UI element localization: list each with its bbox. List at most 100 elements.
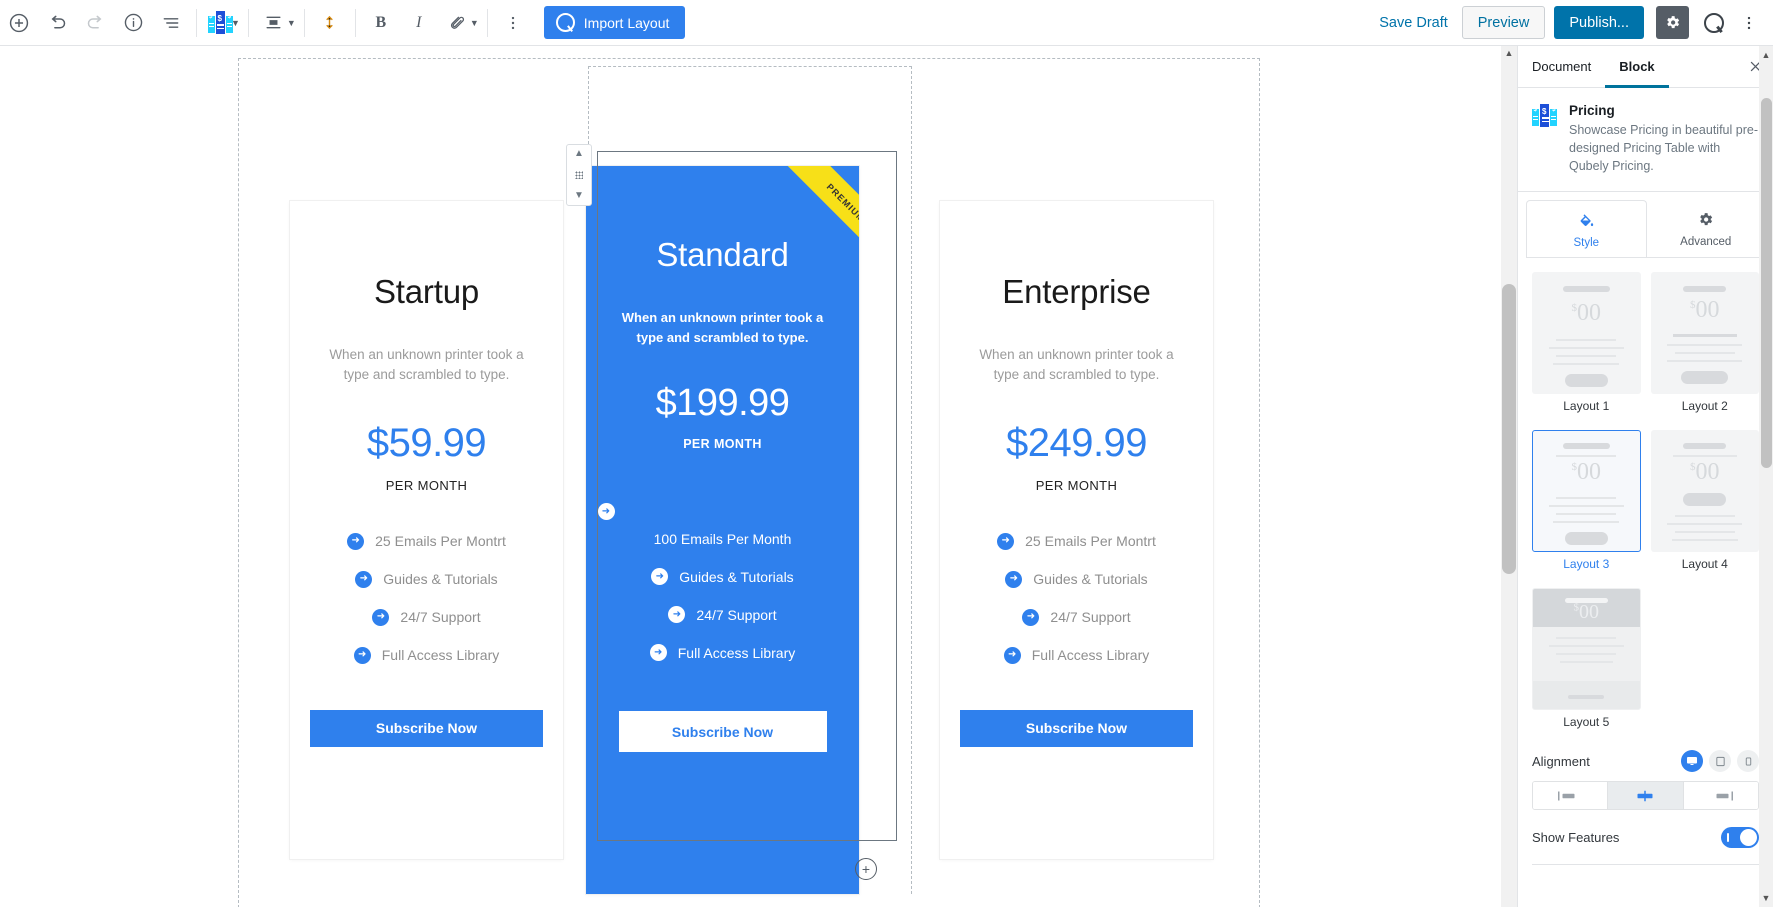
align-right-icon[interactable] xyxy=(1683,782,1758,810)
sidebar-scrollbar-thumb[interactable] xyxy=(1761,98,1772,468)
list-item: ➜ 25 Emails Per Montrt xyxy=(960,532,1193,550)
import-layout-button[interactable]: Import Layout xyxy=(543,6,686,39)
layout-thumbnail: $00 xyxy=(1532,588,1641,711)
feature-label: 100 Emails Per Month xyxy=(653,531,792,547)
mobile-icon[interactable] xyxy=(1737,750,1759,773)
publish-button[interactable]: Publish... xyxy=(1554,6,1644,39)
settings-sidebar: Document Block $ $ $ Pricing Showcase Pric… xyxy=(1517,46,1773,907)
layout-option-1[interactable]: $00 Layout 1 xyxy=(1532,272,1641,422)
desktop-icon[interactable] xyxy=(1681,750,1703,773)
premium-ribbon: PREMIUM xyxy=(763,166,859,262)
pricing-block-icon[interactable]: $ $ $ xyxy=(203,6,237,40)
list-item: ➜ 24/7 Support xyxy=(310,608,543,626)
layout-label: Layout 2 xyxy=(1681,399,1728,414)
paint-bucket-icon xyxy=(1527,212,1646,232)
preview-button[interactable]: Preview xyxy=(1461,6,1546,39)
toolbar-divider xyxy=(247,8,249,37)
list-item: ➜ Guides & Tutorials xyxy=(960,570,1193,588)
layout-option-3[interactable]: $00 Layout 3 xyxy=(1532,430,1641,580)
bold-button[interactable]: B xyxy=(362,4,400,42)
feature-label: Full Access Library xyxy=(1031,647,1150,663)
pricing-table-row: Startup When an unknown printer took a t… xyxy=(238,106,1260,894)
settings-gear-icon[interactable] xyxy=(1656,6,1689,39)
sidebar-scroll-up-icon[interactable]: ▲ xyxy=(1761,50,1771,60)
layout-option-5[interactable]: $00 Layout 5 xyxy=(1532,588,1641,738)
editor-canvas: Startup When an unknown printer took a t… xyxy=(0,46,1517,907)
toolbar-divider xyxy=(303,8,305,37)
style-advanced-tabs: Style Advanced xyxy=(1518,192,1773,258)
pricing-card-enterprise[interactable]: Enterprise When an unknown printer took … xyxy=(940,201,1213,859)
redo-button[interactable] xyxy=(76,4,114,42)
block-info-title: Pricing xyxy=(1569,103,1615,118)
show-features-toggle[interactable] xyxy=(1721,827,1759,849)
toolbar-divider xyxy=(354,8,356,37)
layout-thumbnail: $00 xyxy=(1650,430,1759,553)
subscribe-button[interactable]: Subscribe Now xyxy=(960,709,1193,747)
link-chevron-down-icon[interactable]: ▼ xyxy=(470,18,479,28)
pricing-card-startup[interactable]: Startup When an unknown printer took a t… xyxy=(290,201,563,859)
sidebar-divider xyxy=(1532,864,1759,866)
toolbar-left-group: $ $ $ ▼ ▼ B I ▼ Import Layout xyxy=(0,0,686,46)
layout-label: Layout 5 xyxy=(1563,715,1610,730)
layout-option-4[interactable]: $00 Layout 4 xyxy=(1650,430,1759,580)
block-mover[interactable]: ▲ ▼ xyxy=(566,144,592,206)
arrow-right-icon: ➜ xyxy=(668,606,686,623)
tabs-divider xyxy=(1526,257,1765,259)
block-info-description: Showcase Pricing in beautiful pre-design… xyxy=(1569,123,1758,174)
layout-thumbnail: $00 xyxy=(1650,272,1759,395)
feature-label: 24/7 Support xyxy=(400,609,481,625)
add-block-inline-button[interactable]: + xyxy=(855,858,877,880)
tab-style[interactable]: Style xyxy=(1526,200,1647,258)
vertical-spacing-icon[interactable] xyxy=(311,4,349,42)
list-item: ➜ 24/7 Support xyxy=(960,608,1193,626)
thumb-price: 00 xyxy=(1577,459,1601,486)
align-left-icon[interactable] xyxy=(1533,782,1609,810)
feature-list: ➜ 25 Emails Per Montrt ➜ Guides & Tutorial… xyxy=(960,532,1193,664)
feature-label: 25 Emails Per Montrt xyxy=(1025,533,1156,549)
more-vertical-icon[interactable] xyxy=(494,4,532,42)
layout-label: Layout 1 xyxy=(1563,399,1610,414)
editor-options-more-icon[interactable] xyxy=(1732,6,1765,39)
move-down-chevron-down-icon[interactable]: ▼ xyxy=(574,191,584,201)
thumb-price: 00 xyxy=(1579,601,1599,624)
layout-option-2[interactable]: $00 Layout 2 xyxy=(1650,272,1759,422)
arrow-right-icon: ➜ xyxy=(1005,570,1023,588)
undo-button[interactable] xyxy=(38,4,76,42)
canvas-scroll-up-icon[interactable]: ▲ xyxy=(1503,48,1515,58)
layout-thumbnail: $00 xyxy=(1532,430,1641,553)
italic-button[interactable]: I xyxy=(400,4,438,42)
add-block-button[interactable] xyxy=(0,4,38,42)
align-center-icon[interactable] xyxy=(1608,782,1684,810)
tab-document[interactable]: Document xyxy=(1518,46,1605,88)
drag-handle-icon[interactable] xyxy=(575,171,583,179)
save-draft-button[interactable]: Save Draft xyxy=(1365,15,1462,31)
arrow-right-icon: ➜ xyxy=(1022,608,1040,626)
list-item: ➜ 100 Emails Per Month xyxy=(597,503,839,547)
tab-block[interactable]: Block xyxy=(1605,46,1668,88)
sidebar-tabs: Document Block xyxy=(1518,46,1773,88)
feature-label: 24/7 Support xyxy=(696,606,777,623)
tab-advanced-label: Advanced xyxy=(1680,236,1732,249)
sidebar-scroll-down-icon[interactable]: ▼ xyxy=(1761,893,1771,903)
pricing-card-standard[interactable]: PREMIUM Standard When an unknown printer… xyxy=(586,166,859,894)
show-features-label: Show Features xyxy=(1532,830,1620,846)
layout-picker: $00 Layout 1 $00 Layout 2 $00 Layout 3 $… xyxy=(1518,272,1773,738)
subscribe-button[interactable]: Subscribe Now xyxy=(310,709,543,747)
arrow-right-icon: ➜ xyxy=(597,503,615,520)
block-navigation-button[interactable] xyxy=(152,4,190,42)
card-description: When an unknown printer took a type and … xyxy=(621,310,824,345)
list-item: ➜ Guides & Tutorials xyxy=(606,568,839,585)
canvas-scrollbar-thumb[interactable] xyxy=(1502,284,1516,574)
subscribe-button[interactable]: Subscribe Now xyxy=(618,711,827,752)
move-up-chevron-up-icon[interactable]: ▲ xyxy=(574,149,584,159)
align-chevron-down-icon[interactable]: ▼ xyxy=(287,18,296,28)
block-info: $ $ $ Pricing Showcase Pricing in beautifu… xyxy=(1518,88,1773,193)
tablet-icon[interactable] xyxy=(1709,750,1731,773)
feature-label: 25 Emails Per Montrt xyxy=(375,533,506,549)
feature-list: ➜ 100 Emails Per Month ➜ Guides & Tutorial… xyxy=(597,503,839,661)
tab-advanced[interactable]: Advanced xyxy=(1647,200,1766,257)
content-info-button[interactable] xyxy=(114,4,152,42)
qubely-q-icon[interactable] xyxy=(1697,6,1730,39)
gear-icon xyxy=(1647,211,1766,231)
list-item: ➜ 25 Emails Per Montrt xyxy=(310,532,543,550)
